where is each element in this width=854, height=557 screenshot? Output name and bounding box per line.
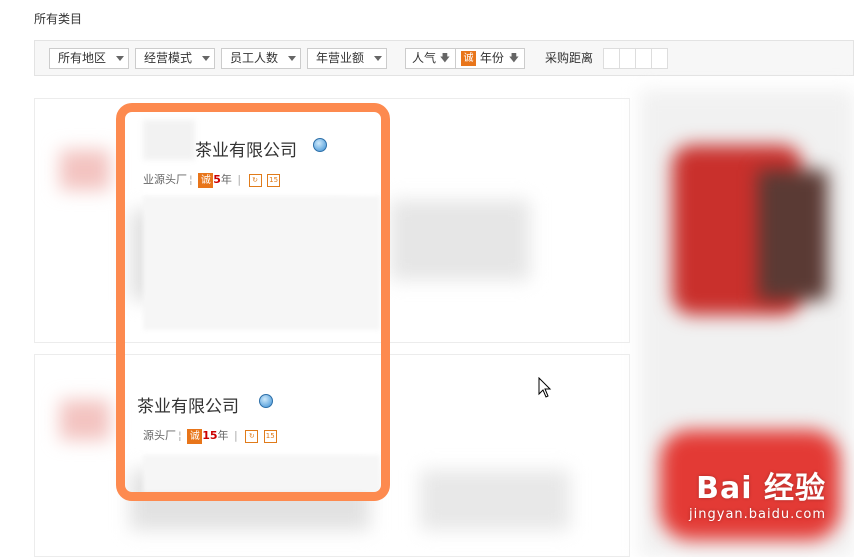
years-unit: 年 <box>217 429 229 442</box>
years-unit: 年 <box>220 173 232 186</box>
cheng-badge-icon: 诚 <box>198 172 214 188</box>
separator: | <box>234 429 238 442</box>
distance-option[interactable] <box>603 48 620 69</box>
region-filter-label: 所有地区 <box>58 51 107 65</box>
business-mode-filter-label: 经营模式 <box>144 51 193 65</box>
blurred-products <box>143 196 380 330</box>
filter-bar: 所有地区 经营模式 员工人数 年营业额 人气 🡇 诚 年份 🡇 采购距离 <box>34 40 854 76</box>
blurred-products <box>143 455 380 493</box>
business-type: 源头厂 <box>143 429 176 442</box>
sort-popularity-button[interactable]: 人气 🡇 <box>405 48 456 69</box>
refresh-icon[interactable]: ↻ <box>248 173 262 187</box>
separator: ¦ <box>189 173 193 186</box>
calendar-icon[interactable]: 15 <box>263 429 277 443</box>
company-meta: 源头厂 ¦ 诚 15年 | ↻ 15 <box>143 427 277 444</box>
arrow-down-icon: 🡇 <box>439 53 450 64</box>
employees-filter-label: 员工人数 <box>230 51 279 65</box>
arrow-down-icon: 🡇 <box>508 53 519 64</box>
company-name-link[interactable]: 茶业有限公司 <box>195 136 297 161</box>
separator: | <box>237 173 242 186</box>
baidu-jingyan-watermark: Bai 经验 jingyan.baidu.com <box>689 463 826 522</box>
separator: ¦ <box>178 429 182 442</box>
aliwangwang-icon[interactable] <box>313 138 327 152</box>
distance-option[interactable] <box>635 48 652 69</box>
sort-years-button[interactable]: 诚 年份 🡇 <box>455 48 525 69</box>
refresh-icon[interactable]: ↻ <box>245 429 259 443</box>
blurred-products <box>420 470 570 530</box>
distance-option[interactable] <box>619 48 636 69</box>
region-filter-dropdown[interactable]: 所有地区 <box>49 48 129 69</box>
calendar-icon[interactable]: 15 <box>267 173 281 187</box>
mouse-cursor-icon <box>538 377 552 398</box>
blurred-products <box>390 200 530 280</box>
blurred-image <box>60 400 110 440</box>
blurred-image <box>60 150 110 190</box>
business-mode-filter-dropdown[interactable]: 经营模式 <box>135 48 215 69</box>
revenue-filter-dropdown[interactable]: 年营业额 <box>307 48 387 69</box>
revenue-filter-label: 年营业额 <box>316 51 365 65</box>
years-count: 15 <box>202 429 218 442</box>
category-title: 所有类目 <box>34 12 83 26</box>
watermark-main: Bai 经验 <box>696 471 826 506</box>
purchase-distance-label: 采购距离 <box>545 51 594 65</box>
blurred-name-prefix <box>143 120 195 160</box>
watermark-url: jingyan.baidu.com <box>689 507 826 522</box>
employees-filter-dropdown[interactable]: 员工人数 <box>221 48 301 69</box>
listing-card-1: 茶业有限公司 业源头厂 ¦ 诚 5年 | ↻ 15 <box>143 120 380 195</box>
company-meta: 业源头厂 ¦ 诚 5年 | ↻ 15 <box>143 171 281 188</box>
sort-popularity-label: 人气 <box>412 51 437 65</box>
chevron-down-icon <box>116 56 124 61</box>
cheng-badge-icon: 诚 <box>187 428 203 444</box>
cheng-badge-icon: 诚 <box>461 51 476 66</box>
business-type: 业源头厂 <box>143 173 187 186</box>
sort-years-label: 年份 <box>479 51 504 65</box>
blurred-product-image <box>758 170 828 300</box>
chevron-down-icon <box>374 56 382 61</box>
listing-card-2: 茶业有限公司 源头厂 ¦ 诚 15年 | ↻ 15 <box>137 374 380 454</box>
chevron-down-icon <box>202 56 210 61</box>
years-count: 5 <box>213 173 221 186</box>
chevron-down-icon <box>288 56 296 61</box>
aliwangwang-icon[interactable] <box>259 394 273 408</box>
distance-option[interactable] <box>651 48 668 69</box>
company-name-link[interactable]: 茶业有限公司 <box>137 392 239 417</box>
